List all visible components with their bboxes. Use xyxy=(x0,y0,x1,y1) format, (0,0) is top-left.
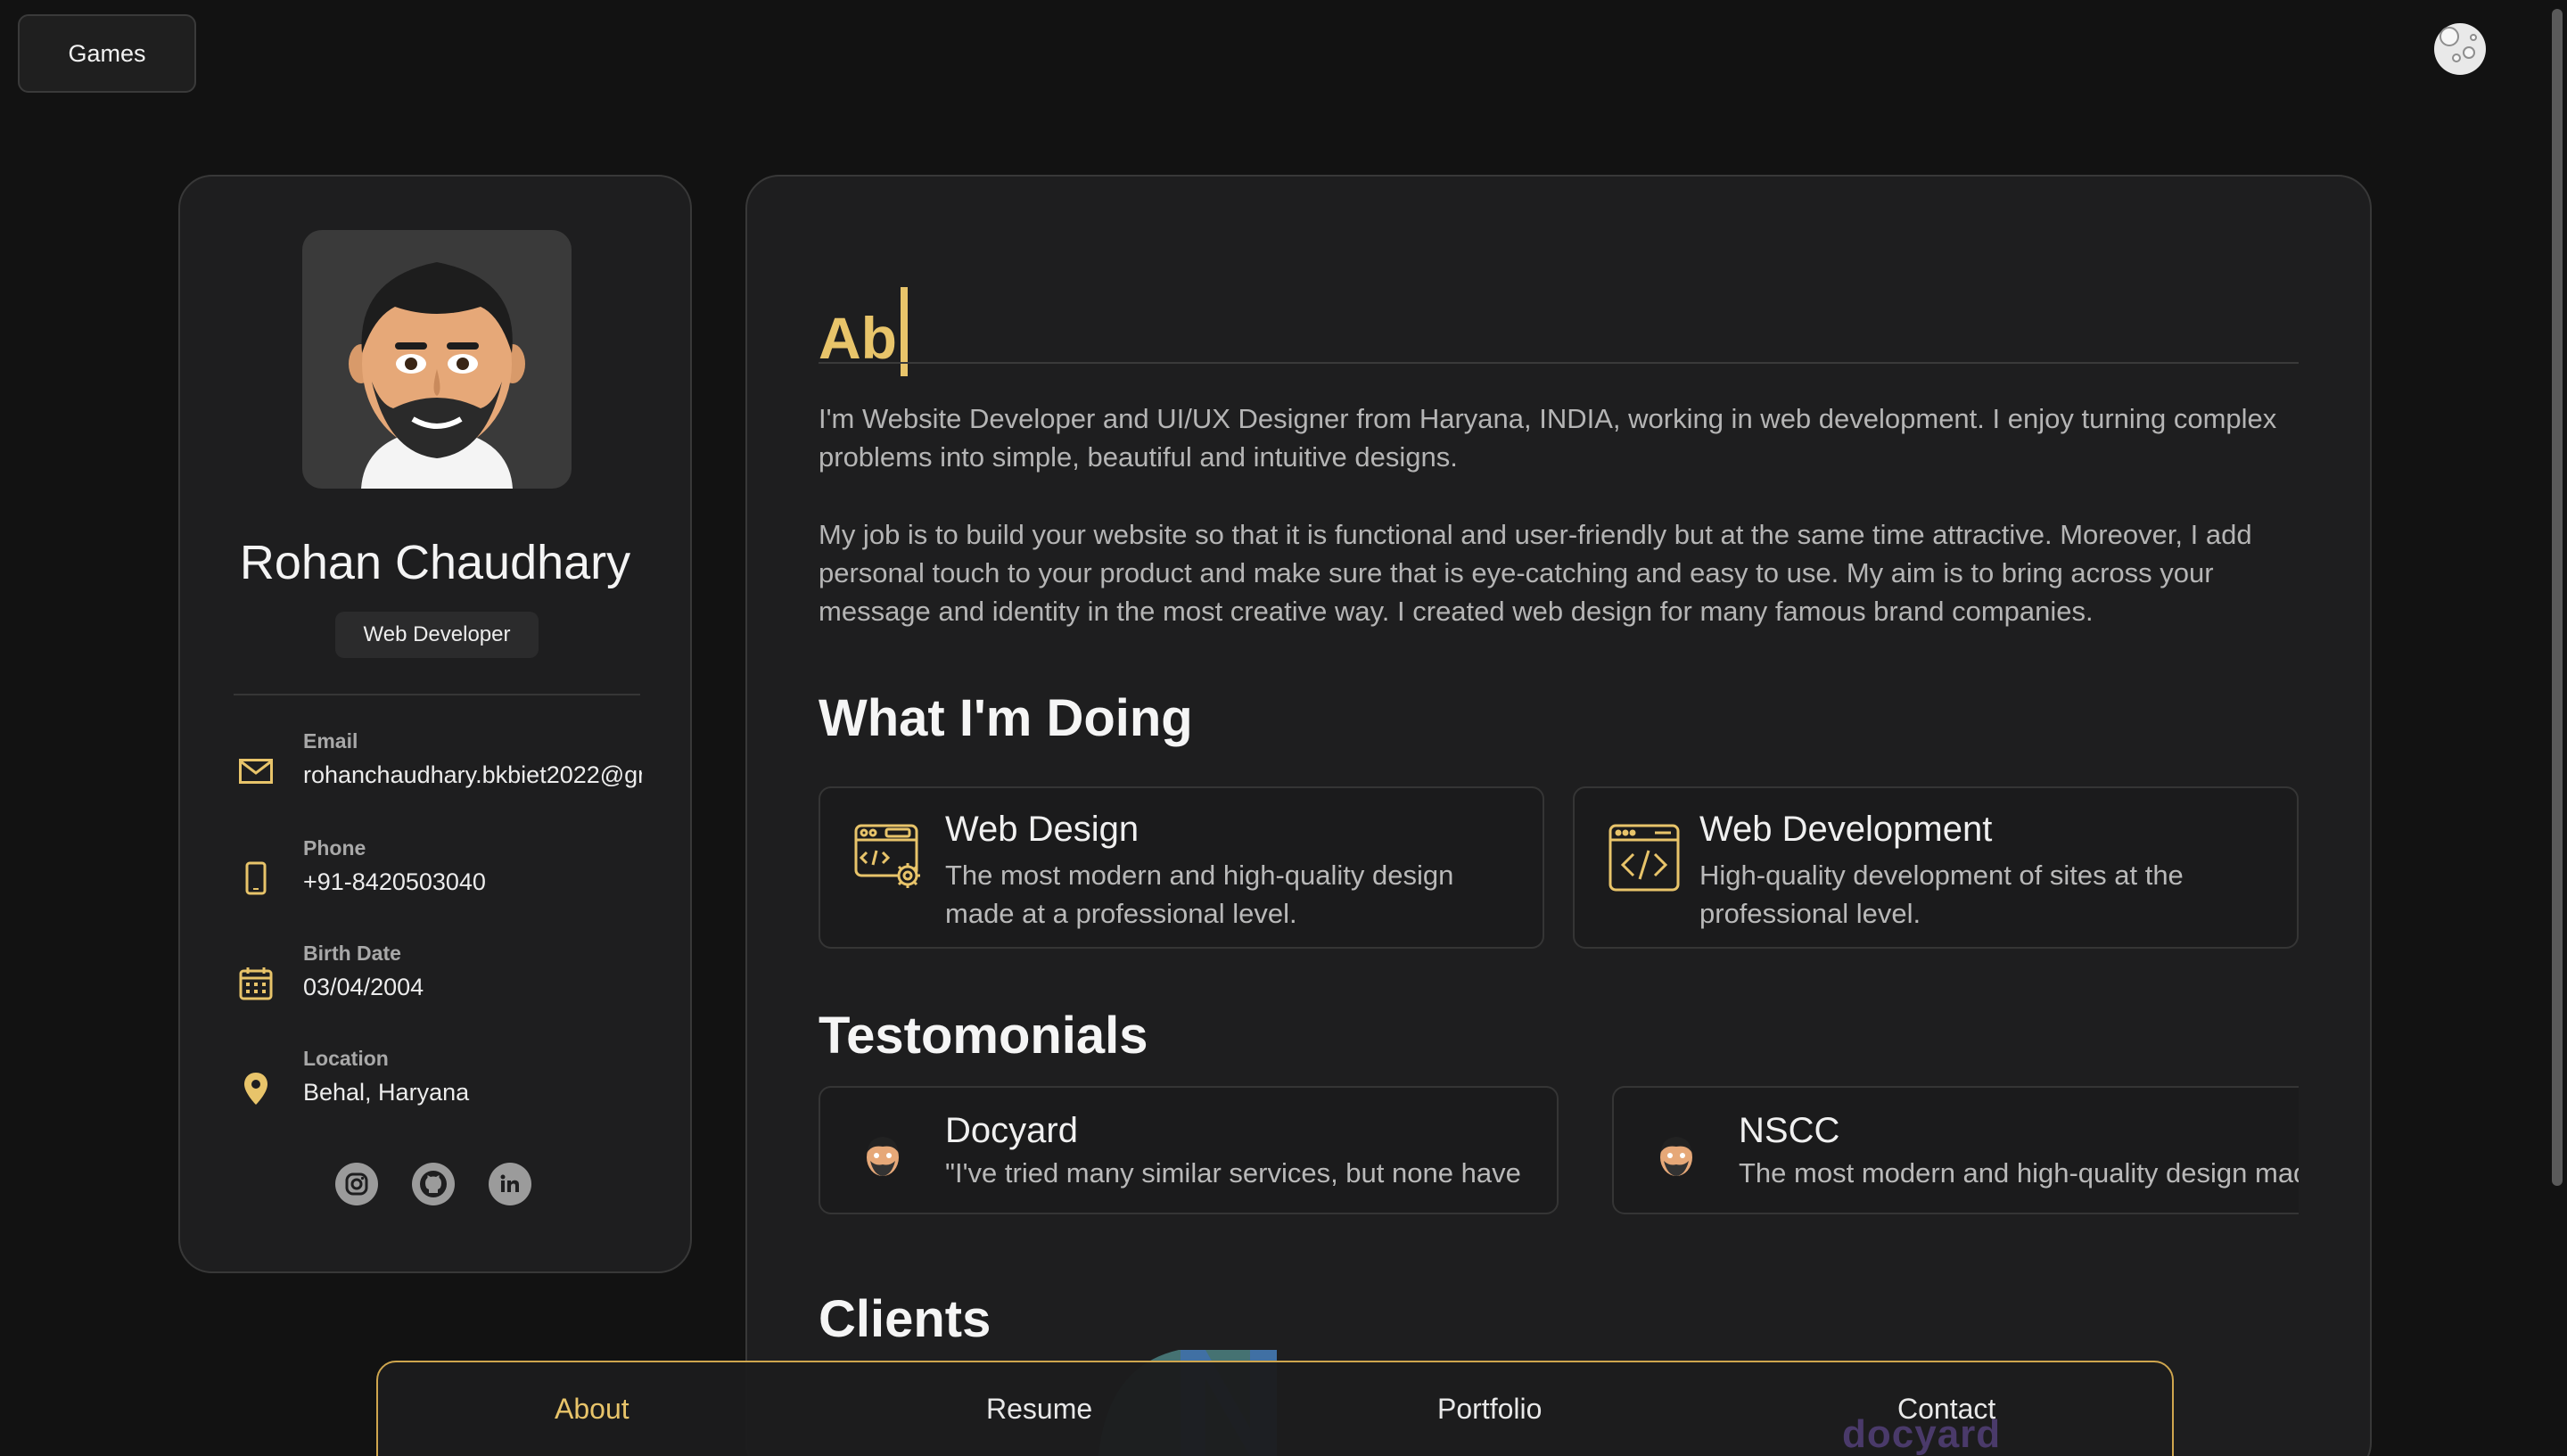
service-title: Web Design xyxy=(945,810,1140,849)
design-icon xyxy=(854,822,926,893)
testimonial-card[interactable]: Docyard "I've tried many similar service… xyxy=(819,1086,1559,1214)
contact-phone: Phone +91-8420503040 xyxy=(234,836,644,917)
contact-label: Location xyxy=(303,1047,389,1070)
service-description: High-quality development of sites at the… xyxy=(1699,860,2184,929)
nav-portfolio[interactable]: Portfolio xyxy=(1437,1393,1542,1426)
email-link[interactable]: rohanchaudhary.bkbiet2022@gr xyxy=(303,761,642,789)
avatar xyxy=(860,1132,906,1179)
contact-location: Location Behal, Haryana xyxy=(234,1047,644,1127)
instagram-icon[interactable] xyxy=(335,1163,378,1205)
contact-label: Phone xyxy=(303,836,366,860)
contact-birthdate: Birth Date 03/04/2004 xyxy=(234,942,644,1022)
testimonials-heading: Testomonials xyxy=(819,1007,1148,1065)
nav-resume[interactable]: Resume xyxy=(986,1393,1092,1426)
clients-heading: Clients xyxy=(819,1290,991,1348)
phone-icon xyxy=(234,856,278,901)
calendar-icon xyxy=(234,961,278,1006)
code-icon xyxy=(1608,822,1680,893)
service-card: Web Development High-quality development… xyxy=(1573,786,2299,949)
service-title: Web Development xyxy=(1699,810,1993,849)
services-heading: What I'm Doing xyxy=(819,689,1193,747)
testimonial-card[interactable]: NSCC The most modern and high-quality de… xyxy=(1612,1086,2299,1214)
testimonial-name: Docyard xyxy=(945,1111,1078,1150)
social-links xyxy=(335,1163,531,1205)
scrollbar-thumb[interactable] xyxy=(2552,9,2563,1186)
service-description: The most modern and high-quality design … xyxy=(945,860,1454,929)
about-paragraph: I'm Website Developer and UI/UX Designer… xyxy=(819,403,2277,473)
testimonial-text: "I've tried many similar services, but n… xyxy=(945,1157,1521,1189)
profile-sidebar: Rohan Chaudhary Web Developer Email roha… xyxy=(178,175,692,1273)
title-divider xyxy=(819,362,2299,364)
nav-about[interactable]: About xyxy=(555,1393,629,1426)
service-card: Web Design The most modern and high-qual… xyxy=(819,786,1544,949)
phone-link[interactable]: +91-8420503040 xyxy=(303,868,642,896)
profile-name: Rohan Chaudhary xyxy=(239,536,631,589)
github-icon[interactable] xyxy=(412,1163,455,1205)
about-paragraph: My job is to build your website so that … xyxy=(819,519,2252,627)
linkedin-icon[interactable] xyxy=(489,1163,531,1205)
birthdate-value: 03/04/2004 xyxy=(303,974,424,1000)
mail-icon xyxy=(234,749,278,794)
sidebar-divider xyxy=(234,694,640,695)
profile-title-badge: Web Developer xyxy=(335,612,539,658)
location-value: Behal, Haryana xyxy=(303,1079,470,1106)
testimonial-text: The most modern and high-quality design … xyxy=(1739,1157,2299,1189)
theme-toggle-icon[interactable] xyxy=(2434,23,2486,75)
contact-label: Birth Date xyxy=(303,942,401,965)
client-logo-docyard: docyard xyxy=(1842,1412,2002,1456)
avatar xyxy=(302,230,572,489)
avatar xyxy=(1653,1132,1699,1179)
location-pin-icon xyxy=(234,1066,278,1111)
about-panel: Ab I'm Website Developer and UI/UX Desig… xyxy=(745,175,2372,1456)
page-title-text: Ab xyxy=(819,305,897,371)
games-button[interactable]: Games xyxy=(18,14,196,93)
contact-label: Email xyxy=(303,729,358,753)
contact-email: Email rohanchaudhary.bkbiet2022@gr xyxy=(234,729,644,810)
testimonial-name: NSCC xyxy=(1739,1111,1840,1150)
